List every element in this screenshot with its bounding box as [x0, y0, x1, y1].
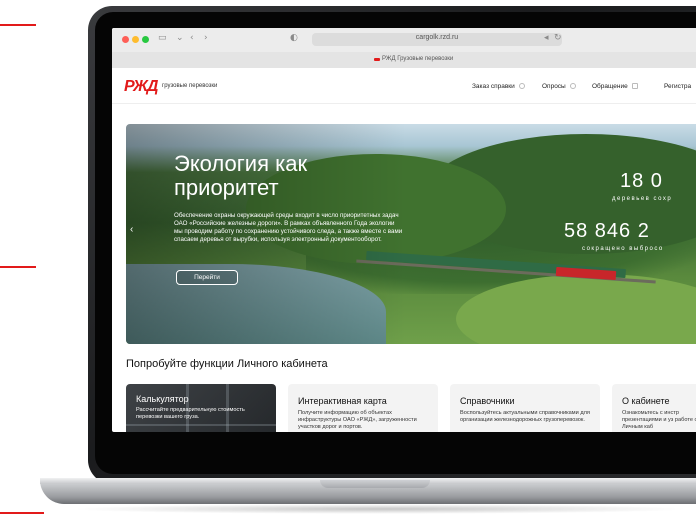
card-calculator[interactable]: Калькулятор Рассчитайте предварительную … — [126, 384, 276, 432]
card-about-cabinet[interactable]: О кабинете Ознакомьтесь с инстр презента… — [612, 384, 696, 432]
card-title: Калькулятор — [136, 394, 189, 404]
card-text: Получите информацию об объектах инфрастр… — [298, 410, 417, 430]
tab-title[interactable]: РЖД Грузовые перевозки — [382, 56, 453, 62]
card-text: Воспользуйтесь актуальными справочниками… — [460, 410, 590, 423]
hero-text: Обеспечение охраны окружающей среды вход… — [174, 212, 403, 243]
stat-trees-label: деревьев сохр — [612, 196, 673, 202]
laptop-notch — [320, 480, 430, 488]
nav-item-surveys[interactable]: Опросы — [542, 83, 576, 90]
chevron-down-icon[interactable]: ⌄ — [176, 33, 184, 43]
hero-go-button[interactable]: Перейти — [176, 270, 238, 285]
back-icon[interactable]: ‹ — [190, 33, 194, 43]
decor-line-top — [0, 24, 36, 26]
sidebar-icon[interactable]: ▭ — [158, 33, 167, 43]
card-title: Интерактивная карта — [298, 396, 387, 406]
logo-subtitle: грузовые перевозки — [162, 83, 218, 89]
nav-item-register[interactable]: Регистра — [664, 83, 691, 90]
audio-icon[interactable]: ◂ — [544, 33, 549, 43]
rzd-logo[interactable]: РЖД — [124, 78, 158, 96]
info-icon — [518, 83, 525, 90]
maximize-window-button[interactable] — [142, 36, 149, 43]
card-directories[interactable]: Справочники Воспользуйтесь актуальными с… — [450, 384, 600, 432]
tab-strip: РЖД Грузовые перевозки — [112, 52, 696, 68]
nav-label: Опросы — [542, 83, 566, 90]
decor-line-middle — [0, 266, 36, 268]
nav-item-appeal[interactable]: Обращение — [592, 83, 638, 90]
card-text: Ознакомьтесь с инстр презентациями и уз … — [622, 410, 696, 430]
card-interactive-map[interactable]: Интерактивная карта Получите информацию … — [288, 384, 438, 432]
laptop-screen: ▭ ⌄ ‹ › ◐ cargolk.rzd.ru ◂ ↻ РЖД Грузовы… — [112, 28, 696, 432]
nav-label: Заказ справки — [472, 83, 515, 90]
features-title: Попробуйте функции Личного кабинета — [126, 358, 328, 370]
decor-line-bottom — [0, 512, 44, 514]
hero-banner: ‹ Экология как приоритет Обеспечение охр… — [126, 124, 696, 344]
card-text: Рассчитайте предварительную стоимость пе… — [136, 407, 245, 420]
close-window-button[interactable] — [122, 36, 129, 43]
hero-prev-arrow-icon[interactable]: ‹ — [130, 224, 133, 235]
info-icon — [569, 83, 576, 90]
address-bar[interactable]: cargolk.rzd.ru — [312, 33, 562, 46]
hero-title: Экология как приоритет — [174, 151, 308, 200]
card-title: О кабинете — [622, 396, 670, 406]
nav-label: Обращение — [592, 83, 628, 90]
minimize-window-button[interactable] — [132, 36, 139, 43]
message-icon — [631, 83, 638, 90]
reload-icon[interactable]: ↻ — [554, 33, 562, 43]
browser-chrome: ▭ ⌄ ‹ › ◐ cargolk.rzd.ru ◂ ↻ РЖД Грузовы… — [112, 28, 696, 68]
forward-icon[interactable]: › — [204, 33, 208, 43]
stat-emissions-label: сокращено выбросо — [582, 246, 664, 252]
address-url: cargolk.rzd.ru — [415, 34, 459, 41]
nav-item-order-certificate[interactable]: Заказ справки — [472, 83, 525, 90]
tab-favicon-icon — [374, 58, 380, 61]
stat-trees-value: 18 0 — [620, 170, 663, 192]
privacy-shield-icon[interactable]: ◐ — [290, 33, 298, 43]
card-title: Справочники — [460, 396, 515, 406]
site-header: РЖД грузовые перевозки Заказ справки Опр… — [112, 68, 696, 104]
card-decor — [126, 424, 276, 426]
laptop-shadow — [70, 504, 690, 514]
stat-emissions-value: 58 846 2 — [564, 220, 650, 242]
